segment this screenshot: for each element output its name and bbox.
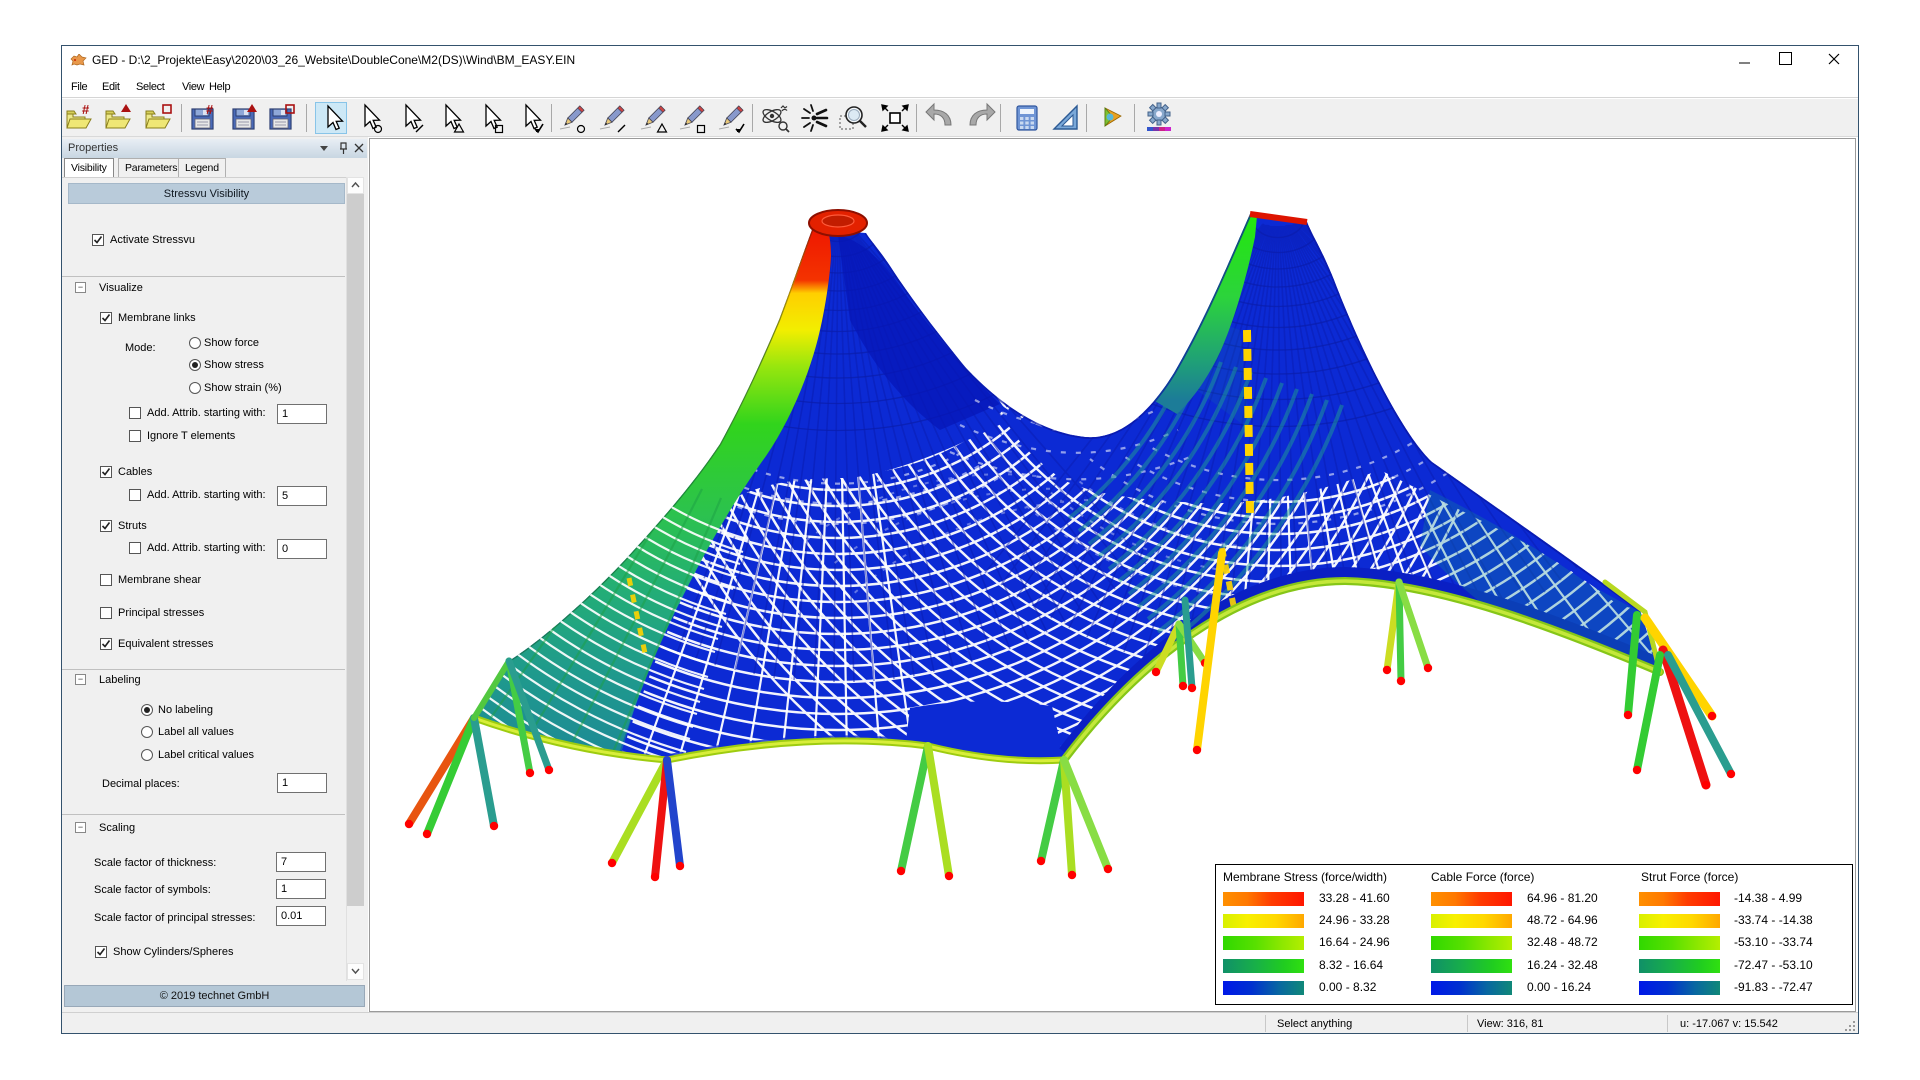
svg-text:#: #: [206, 102, 214, 117]
svg-text:#: #: [82, 102, 90, 117]
